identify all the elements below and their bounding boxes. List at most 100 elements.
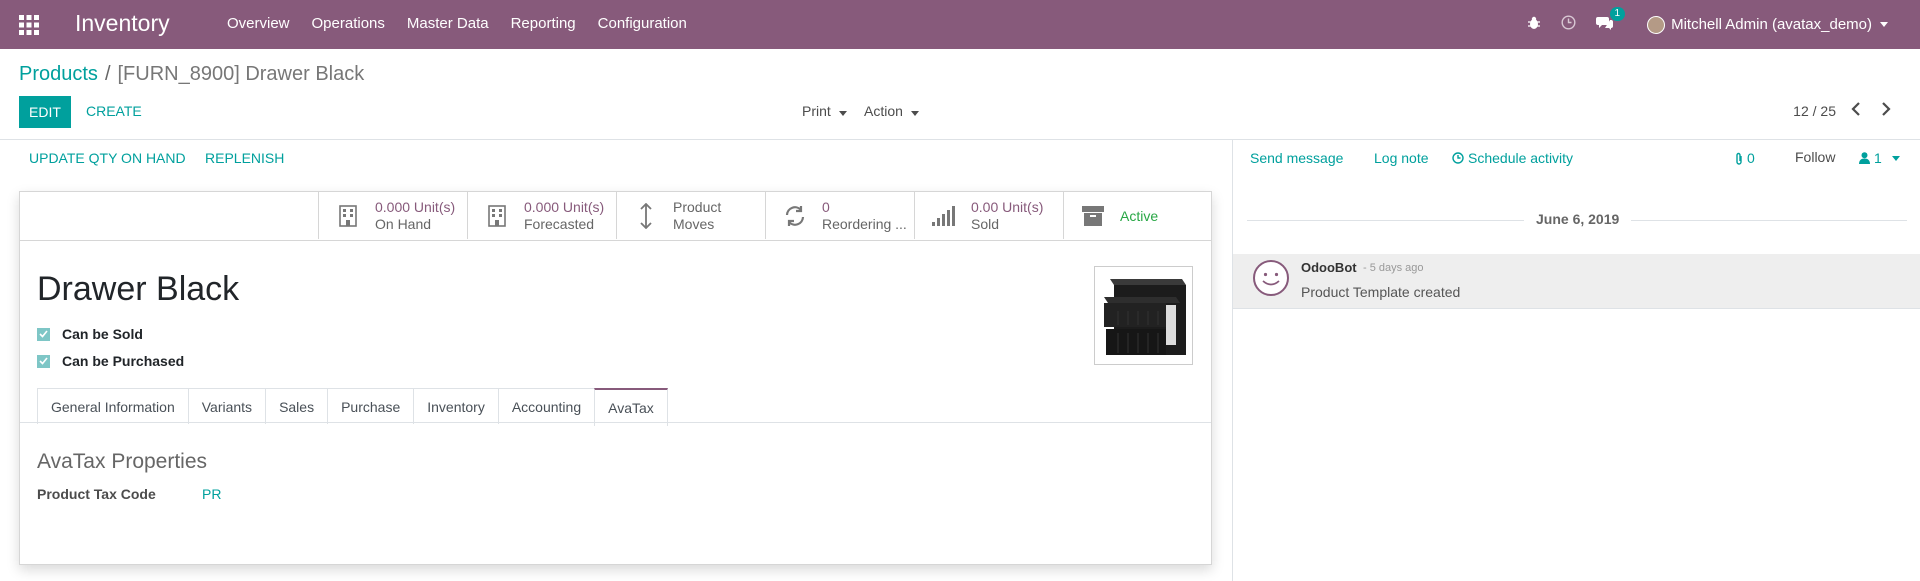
breadcrumb-separator: /: [104, 63, 111, 85]
active-toggle-button[interactable]: Active: [1063, 192, 1212, 239]
building-icon: [484, 204, 510, 227]
can-be-purchased-row: Can be Purchased: [37, 353, 184, 369]
product-image[interactable]: [1094, 266, 1193, 365]
tabs-divider: [20, 422, 1211, 423]
active-label: Active: [1120, 207, 1159, 224]
chevron-down-icon: [1891, 155, 1900, 161]
menu-configuration[interactable]: Configuration: [598, 15, 687, 32]
messages-icon[interactable]: 1: [1596, 6, 1626, 34]
smart-button-box: 0.000 Unit(s) On Hand 0.000 Unit(s) Foreca…: [20, 192, 1211, 241]
attachments-button[interactable]: 0: [1734, 150, 1755, 166]
app-name[interactable]: Inventory: [75, 10, 170, 37]
log-note-button[interactable]: Log note: [1374, 150, 1429, 166]
arrows-v-icon: [633, 202, 659, 229]
create-button[interactable]: CREATE: [86, 103, 142, 119]
paperclip-icon: [1736, 152, 1742, 165]
notebook-tabs: General Information Variants Sales Purch…: [37, 388, 668, 426]
can-be-purchased-label: Can be Purchased: [62, 353, 185, 369]
moves-line1: Product: [673, 198, 722, 215]
apps-grid-icon[interactable]: [19, 15, 39, 35]
archive-icon: [1080, 205, 1106, 226]
edit-button[interactable]: EDIT: [19, 96, 71, 128]
menu-master-data[interactable]: Master Data: [407, 15, 489, 32]
tab-avatax[interactable]: AvaTax: [594, 388, 668, 426]
tax-code-value[interactable]: PR: [202, 486, 221, 502]
moves-line2: Moves: [673, 215, 715, 232]
send-message-button[interactable]: Send message: [1250, 150, 1343, 166]
tax-code-label: Product Tax Code: [37, 486, 156, 502]
menu-operations[interactable]: Operations: [312, 15, 385, 32]
tab-sales[interactable]: Sales: [265, 388, 329, 424]
sold-value: 0.00 Unit(s): [971, 198, 1044, 215]
chatter-divider: [1232, 140, 1233, 581]
menu-overview[interactable]: Overview: [227, 15, 290, 32]
user-icon: [1859, 152, 1870, 164]
message-date: - 5 days ago: [1363, 262, 1424, 274]
date-separator: June 6, 2019: [1524, 211, 1632, 227]
attachments-count: 0: [1747, 150, 1755, 166]
breadcrumb-products[interactable]: Products: [19, 63, 98, 85]
messages-badge: 1: [1609, 6, 1626, 21]
action-label: Action: [864, 103, 903, 119]
user-menu[interactable]: Mitchell Admin (avatax_demo): [1647, 15, 1888, 34]
followers-button[interactable]: 1: [1859, 150, 1900, 166]
message-divider: [1233, 308, 1920, 309]
tab-inventory[interactable]: Inventory: [413, 388, 499, 424]
chevron-down-icon: [1880, 22, 1888, 27]
reordering-label: Reordering ...: [822, 215, 907, 232]
follow-button[interactable]: Follow: [1795, 149, 1835, 165]
tab-accounting[interactable]: Accounting: [497, 388, 596, 424]
chevron-left-icon[interactable]: [1850, 101, 1862, 121]
can-be-sold-checkbox[interactable]: [37, 327, 50, 341]
clock-icon: [1452, 152, 1464, 164]
avatax-group-title: AvaTax Properties: [37, 450, 208, 473]
menu-reporting[interactable]: Reporting: [511, 15, 576, 32]
odoobot-avatar-icon: [1253, 260, 1289, 296]
forecasted-value: 0.000 Unit(s): [524, 198, 605, 215]
bug-icon[interactable]: [1527, 16, 1541, 34]
reordering-button[interactable]: 0 Reordering ...: [765, 192, 915, 239]
chevron-down-icon: [910, 111, 919, 116]
message-author[interactable]: OdooBot: [1301, 260, 1357, 275]
on-hand-button[interactable]: 0.000 Unit(s) On Hand: [318, 192, 468, 239]
update-qty-button[interactable]: UPDATE QTY ON HAND: [29, 150, 186, 166]
print-dropdown[interactable]: Print: [802, 103, 847, 119]
action-dropdown[interactable]: Action: [864, 103, 919, 119]
tab-purchase[interactable]: Purchase: [327, 388, 415, 424]
chevron-down-icon: [838, 111, 847, 116]
refresh-icon: [782, 205, 808, 227]
clock-icon[interactable]: [1561, 15, 1576, 34]
drawer-image-icon: [1103, 278, 1186, 355]
message-body: Product Template created: [1301, 284, 1461, 300]
forecasted-button[interactable]: 0.000 Unit(s) Forecasted: [467, 192, 617, 239]
tab-variants[interactable]: Variants: [187, 388, 267, 424]
signal-icon: [931, 205, 957, 226]
top-menu: Overview Operations Master Data Reportin…: [227, 15, 709, 32]
followers-count: 1: [1874, 150, 1882, 166]
replenish-button[interactable]: REPLENISH: [205, 150, 284, 166]
chatter-message: OdooBot - 5 days ago Product Template cr…: [1233, 254, 1920, 308]
building-icon: [335, 204, 361, 227]
user-avatar: [1647, 15, 1666, 34]
product-moves-button[interactable]: Product Moves: [616, 192, 766, 239]
form-statusbar: UPDATE QTY ON HAND REPLENISH: [0, 140, 1232, 178]
on-hand-value: 0.000 Unit(s): [375, 198, 456, 215]
can-be-sold-label: Can be Sold: [62, 326, 143, 342]
tab-general-information[interactable]: General Information: [37, 388, 189, 424]
form-sheet: 0.000 Unit(s) On Hand 0.000 Unit(s) Foreca…: [19, 191, 1212, 565]
schedule-activity-button[interactable]: Schedule activity: [1452, 150, 1573, 166]
schedule-activity-label: Schedule activity: [1468, 150, 1574, 166]
user-name: Mitchell Admin (avatax_demo): [1671, 16, 1872, 33]
sold-label: Sold: [971, 215, 1000, 232]
on-hand-label: On Hand: [375, 215, 432, 232]
product-name[interactable]: Drawer Black: [37, 270, 239, 309]
chevron-right-icon[interactable]: [1880, 101, 1892, 121]
systray: 1 Mitchell Admin (avatax_demo): [1527, 0, 1920, 49]
can-be-purchased-checkbox[interactable]: [37, 354, 50, 368]
pager-value[interactable]: 12 / 25: [1793, 103, 1836, 119]
breadcrumb: Products / [FURN_8900] Drawer Black: [19, 63, 364, 86]
forecasted-label: Forecasted: [524, 215, 595, 232]
reordering-value: 0: [822, 198, 830, 215]
sold-button[interactable]: 0.00 Unit(s) Sold: [914, 192, 1064, 239]
breadcrumb-current: [FURN_8900] Drawer Black: [117, 63, 365, 85]
